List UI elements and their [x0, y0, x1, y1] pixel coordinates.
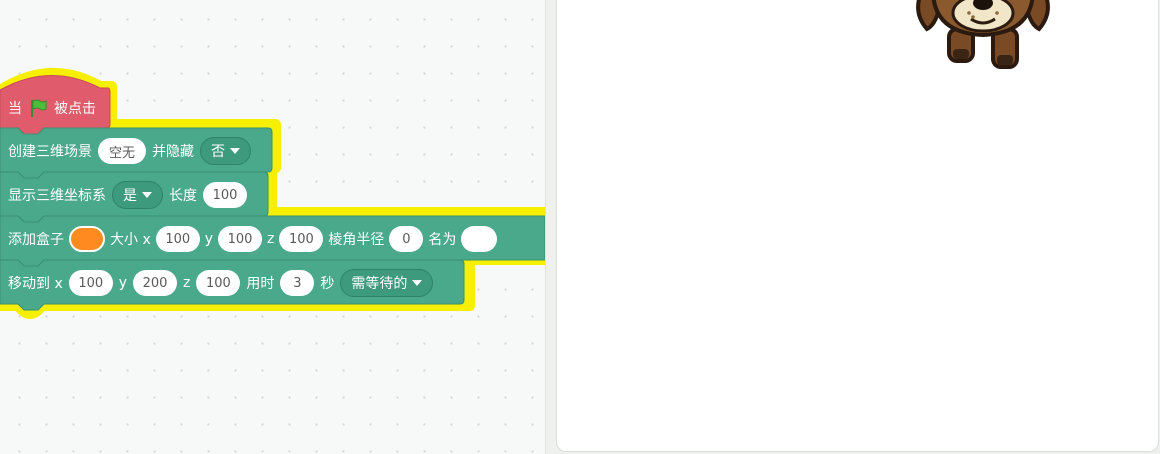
wait-dropdown[interactable]: 需等待的 [340, 269, 434, 297]
script-stack[interactable]: 当 被点击 创建三维场景 空无 并隐藏 否 显示三维坐标系 是 长度 100 添… [0, 0, 545, 340]
move-to-x-label: 移动到 x [8, 276, 63, 292]
length-input[interactable]: 100 [203, 182, 247, 208]
caret-down-icon [230, 148, 240, 154]
caret-down-icon [142, 192, 152, 198]
move-y-label: y [118, 275, 128, 291]
box-z-input[interactable]: 100 [279, 226, 324, 252]
add-box-block[interactable]: 添加盒子 大小 x 100 y 100 z 100 棱角半径 0 名为 [0, 224, 498, 254]
box-name-input[interactable] [461, 226, 498, 252]
radius-label: 棱角半径 [328, 232, 385, 248]
color-swatch-input[interactable] [69, 226, 105, 252]
box-y-label: y [204, 231, 214, 247]
move-y-input[interactable]: 200 [133, 270, 178, 296]
move-x-input[interactable]: 100 [68, 270, 113, 296]
code-workspace[interactable]: 当 被点击 创建三维场景 空无 并隐藏 否 显示三维坐标系 是 长度 100 添… [0, 0, 545, 454]
axes-dropdown[interactable]: 是 [112, 181, 163, 209]
scene-value-input[interactable]: 空无 [98, 138, 146, 164]
radius-input[interactable]: 0 [389, 226, 424, 252]
hat-clicked-label: 被点击 [54, 101, 96, 117]
when-flag-clicked-block[interactable]: 当 被点击 [0, 94, 96, 122]
time-input[interactable]: 3 [280, 270, 315, 296]
box-z-label: z [267, 231, 275, 247]
box-x-input[interactable]: 100 [155, 226, 200, 252]
wait-dropdown-value: 需等待的 [351, 276, 408, 292]
dog-sprite[interactable] [913, 0, 1053, 75]
move-to-block[interactable]: 移动到 x 100 y 200 z 100 用时 3 秒 需等待的 [0, 268, 434, 298]
panel-divider [545, 0, 546, 454]
box-y-input[interactable]: 100 [218, 226, 263, 252]
create-3d-scene-block[interactable]: 创建三维场景 空无 并隐藏 否 [0, 136, 251, 166]
axes-dropdown-value: 是 [123, 188, 137, 204]
add-box-label: 添加盒子 [8, 232, 64, 248]
move-z-input[interactable]: 100 [196, 270, 241, 296]
size-x-label: 大小 x [110, 232, 151, 248]
time-label: 用时 [246, 276, 275, 292]
name-label: 名为 [428, 232, 457, 248]
show-axes-label: 显示三维坐标系 [8, 188, 106, 204]
stage-canvas[interactable] [556, 0, 1159, 452]
caret-down-icon [412, 280, 423, 286]
green-flag-icon [31, 99, 47, 117]
hide-label: 并隐藏 [152, 144, 194, 160]
show-3d-axes-block[interactable]: 显示三维坐标系 是 长度 100 [0, 180, 247, 210]
hide-dropdown-value: 否 [211, 144, 225, 160]
hat-when-label: 当 [8, 101, 22, 117]
seconds-label: 秒 [320, 276, 335, 292]
move-z-label: z [183, 275, 191, 291]
length-label: 长度 [169, 188, 197, 204]
create-scene-label: 创建三维场景 [8, 144, 92, 160]
hide-dropdown[interactable]: 否 [200, 137, 251, 165]
